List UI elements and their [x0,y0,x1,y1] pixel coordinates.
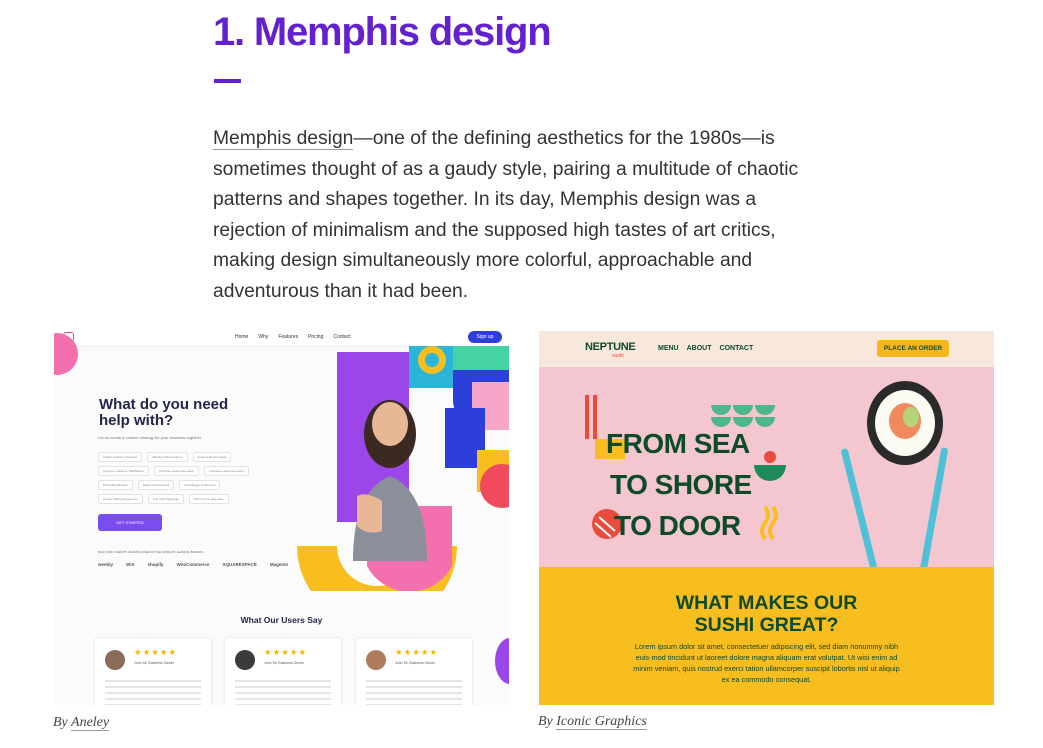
nav-link-features: Features [278,334,299,340]
option-chip: Improve Customer Satisfaction [98,466,150,476]
hero-line: FROM SEA [606,428,750,459]
green-half-circle [754,465,786,481]
option-chip: Improve Brand Image [192,452,232,462]
testimonial-card: ★★★★★ John Sil, Business Owner [224,637,342,705]
option-chip: Instant Customer Support [98,452,143,462]
option-chip: Sell more & easy save [188,494,229,504]
memphis-design-link[interactable]: Memphis design [213,128,354,150]
figure-caption: By Aneley [53,715,110,731]
article-heading: 1. Memphis design [213,10,552,54]
figure-caption: By Iconic Graphics [538,714,647,730]
screenshot-subheading: Let us create a custom strategy for your… [98,435,202,440]
brand-logo: WiX [126,562,135,567]
purple-circle-shape [495,638,509,684]
signup-button: Sign up [468,331,502,343]
brand-logo: shopify [147,562,164,567]
avatar [235,650,255,670]
get-started-button: GET STARTED [98,514,162,531]
brand-logo: WooCommerce [176,562,210,567]
testimonials-heading: What Our Users Say [240,615,323,625]
testimonial-text-placeholder [366,680,462,705]
option-chip: Filtering Sales Support [147,452,188,462]
memphis-shapes-illustration [297,346,509,591]
nav-link-menu: MENU [658,345,679,352]
nav-link-why: Why [258,334,269,340]
caption-author-link[interactable]: Iconic Graphics [556,714,647,730]
neptune-sushi-screenshot: NEPTUNE sushi MENU ABOUT CONTACT PLACE A… [539,331,994,705]
testimonial-card: ★★★★★ John Sil, Business Owner [94,637,212,705]
section-heading-line: SUSHI GREAT? [694,614,839,636]
screenshot-heading: What do you need help with? [99,396,229,429]
red-bar [585,395,589,439]
option-chip: Higher Conversions [137,480,175,490]
avatar [105,650,125,670]
sushi-great-section: WHAT MAKES OUR SUSHI GREAT? Lorem ipsum … [539,567,994,705]
chopstick [841,448,877,567]
avatar [366,650,386,670]
option-chip: Goal Bigger Customers [179,480,221,490]
option-chip: Incentive Lead Generation [204,466,250,476]
testimonial-text-placeholder [105,680,201,705]
yellow-squiggles [760,505,778,541]
screenshot-nav-links: Home Why Features Pricing Contact [235,334,351,340]
trusted-by-text: BUILT AND USED BY 40 EMPLOYEES IN THE WO… [98,550,204,554]
section-heading: WHAT MAKES OUR SUSHI GREAT? [539,592,994,636]
screenshot-nav-links: MENU ABOUT CONTACT [658,345,753,352]
brand-logo: Magento [269,562,289,567]
screenshot-navbar: NEPTUNE sushi MENU ABOUT CONTACT PLACE A… [539,331,994,367]
star-rating: ★★★★★ [395,648,439,658]
article-body-text: —one of the defining aesthetics for the … [213,128,799,302]
option-chip: Promoting Brokers [98,480,133,490]
article-paragraph: Memphis design—one of the defining aesth… [213,124,823,307]
testimonial-author: John Sil, Business Owner [264,661,304,665]
star-rating: ★★★★★ [134,648,178,658]
option-grid: Instant Customer Support Filtering Sales… [98,452,268,504]
chopstick [920,447,948,567]
caption-prefix: By [538,714,553,729]
teal-dot [425,353,439,367]
nav-link-contact: Contact [333,334,351,340]
screenshot-navbar: Home Why Features Pricing Contact Sign u… [54,328,509,347]
section-heading-line: WHAT MAKES OUR [675,592,858,614]
caption-author-link[interactable]: Aneley [71,715,110,731]
neptune-logo: NEPTUNE [585,341,636,353]
hero-line: TO SHORE [610,469,752,500]
nav-link-about: ABOUT [686,345,712,352]
nav-link-home: Home [235,334,249,340]
heading-underline [214,79,241,83]
option-chip: Create Selling Experience [98,494,143,504]
nav-link-pricing: Pricing [308,334,324,340]
testimonial-author: John Sil, Business Owner [134,661,174,665]
star-rating: ★★★★★ [264,648,308,658]
section-body: Lorem ipsum dolor sit amet, consectetuer… [633,642,900,684]
hero-headline: FROM SEA TO SHORE TO DOOR [606,423,752,546]
caption-prefix: By [53,715,68,730]
hand [357,494,382,533]
option-chip: Lost Cart Paybacks [147,494,184,504]
nav-link-contact: CONTACT [719,345,754,352]
testimonial-card: ★★★★★ John Sil, Business Owner [355,637,473,705]
place-order-button: PLACE AN ORDER [877,340,949,357]
green-block [453,346,509,370]
hero-line: TO DOOR [614,510,741,541]
sushi-avocado [903,407,919,427]
brand-logo: weebly [98,562,114,567]
red-dot [764,451,776,463]
face [372,402,408,446]
testimonial-text-placeholder [235,680,331,705]
logo-subtitle: sushi [612,353,624,359]
aneley-website-screenshot: Home Why Features Pricing Contact Sign u… [54,328,509,705]
red-bar [593,395,597,439]
option-chip: Incentive Lead Generation [154,466,200,476]
testimonial-author: John Sil, Business Owner [395,661,435,665]
brand-logos: weebly WiX shopify WooCommerce SQUARESPA… [98,562,288,567]
brand-logo: SQUARESPACE [222,562,257,567]
